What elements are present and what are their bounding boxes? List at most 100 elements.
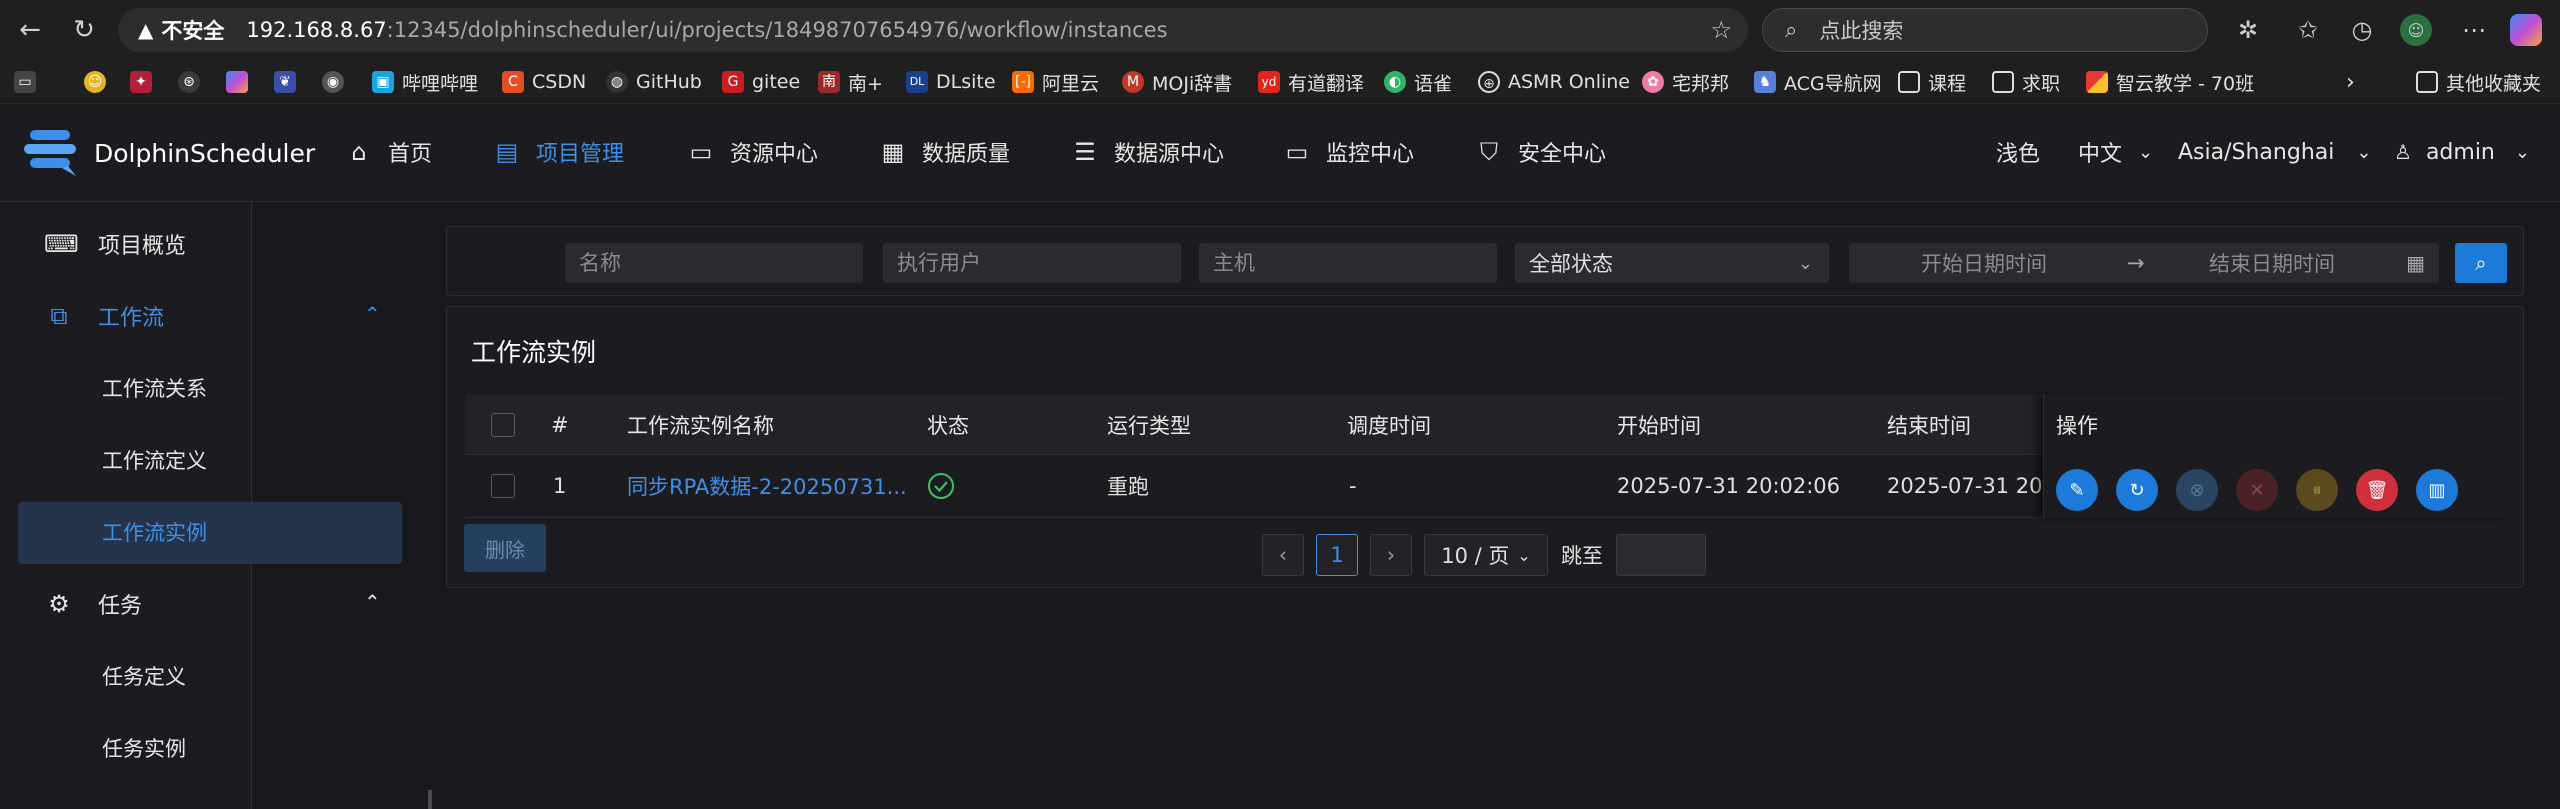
bookmark-folder-others[interactable]: 其他收藏夹 <box>2416 68 2541 96</box>
bookmark-acg[interactable]: ♞ ACG导航网 <box>1754 68 1882 96</box>
name-filter[interactable] <box>565 243 863 283</box>
search-icon: ⌕ <box>2475 251 2487 275</box>
sidebar-scrollbar[interactable] <box>428 790 432 809</box>
batch-delete-button[interactable]: 删除 <box>464 524 546 572</box>
language-select[interactable]: 中文 ⌄ <box>2078 134 2153 170</box>
sidebar-group-workflow[interactable]: ⧉ 工作流 <box>44 296 164 336</box>
gantt-button[interactable]: ▥ <box>2416 469 2458 511</box>
instance-name-link[interactable]: 同步RPA数据-2-20250731... <box>627 456 907 516</box>
sidebar-item-overview[interactable]: ⌨ 项目概览 <box>44 224 186 264</box>
chevron-right-icon: › <box>1386 543 1396 567</box>
nav-resources[interactable]: ▭ 资源中心 <box>688 134 818 170</box>
bookmark-youdao[interactable]: yd 有道翻译 <box>1258 68 1364 96</box>
sidebar-item-task-instance[interactable]: 任务实例 <box>102 728 186 768</box>
nav-datasource[interactable]: ☰ 数据源中心 <box>1072 134 1224 170</box>
dolphin-logo-icon <box>22 126 82 180</box>
nav-data-quality[interactable]: ▦ 数据质量 <box>880 134 1010 170</box>
back-icon[interactable]: ← <box>12 12 48 48</box>
profile-avatar-icon[interactable]: ☺ <box>2400 14 2432 46</box>
folder-icon <box>1992 71 2014 93</box>
browser-search[interactable]: ⌕ 点此搜索 <box>1762 8 2208 52</box>
bookmark-github[interactable]: ◍ GitHub <box>606 68 702 96</box>
history-icon[interactable]: ◷ <box>2346 14 2378 46</box>
bookmark-github-cat[interactable]: ◉ <box>322 68 352 96</box>
nav-monitor[interactable]: ▭ 监控中心 <box>1284 134 1414 170</box>
bookmark-southplus[interactable]: 南南+ <box>818 68 883 96</box>
jump-page-input[interactable] <box>1616 534 1706 576</box>
user-menu[interactable]: ♙ admin ⌄ <box>2394 134 2530 170</box>
user-filter[interactable] <box>883 243 1181 283</box>
bookmark-copilot[interactable] <box>226 68 256 96</box>
star-icon[interactable]: ☆ <box>1710 16 1732 44</box>
reload-icon[interactable]: ↻ <box>66 12 102 48</box>
bookmark-zhiyun[interactable]: 智云教学 - 70班 <box>2086 68 2254 96</box>
more-icon[interactable]: ⋯ <box>2458 14 2490 46</box>
edit-button[interactable]: ✎ <box>2056 469 2098 511</box>
executor-input[interactable] <box>897 251 1181 275</box>
bookmark-butterfly[interactable]: ❦ <box>274 68 304 96</box>
host-input[interactable] <box>1213 251 1497 275</box>
calendar-icon: ▦ <box>2406 251 2425 275</box>
host-filter[interactable] <box>1199 243 1497 283</box>
start-date-placeholder: 开始日期时间 <box>1921 252 2047 276</box>
bookmark-yuque[interactable]: ◐ 语雀 <box>1384 68 1452 96</box>
sidebar-group-task[interactable]: ⚙ 任务 <box>44 584 142 624</box>
favorites-icon[interactable]: ✩ <box>2292 14 2324 46</box>
bookmark-dlsite[interactable]: DL DLsite <box>906 68 996 96</box>
bookmark-anime[interactable]: ✦ <box>130 68 160 96</box>
bookmark-toggle[interactable]: ▭ <box>14 68 44 96</box>
next-page-button[interactable]: › <box>1370 534 1412 576</box>
prev-page-button[interactable]: ‹ <box>1262 534 1304 576</box>
chevron-up-icon[interactable]: ⌃ <box>364 590 381 614</box>
row-checkbox[interactable] <box>491 456 515 516</box>
bookmark-bilibili[interactable]: ▣ 哔哩哔哩 <box>372 68 478 96</box>
csdn-icon: C <box>502 71 524 93</box>
bookmark-openai[interactable]: ⊛ <box>178 68 208 96</box>
sidebar-item-workflow-relation[interactable]: 工作流关系 <box>102 368 207 408</box>
theme-toggle[interactable]: 浅色 <box>1996 134 2040 170</box>
page-number-button[interactable]: 1 <box>1316 534 1358 576</box>
gitee-icon: G <box>722 71 744 93</box>
app-logo[interactable]: DolphinScheduler <box>22 126 315 180</box>
nav-home[interactable]: ⌂ 首页 <box>346 134 432 170</box>
bookmark-asmr[interactable]: ⊕ ASMR Online <box>1478 68 1630 96</box>
nav-security[interactable]: ⛉ 安全中心 <box>1476 134 1606 170</box>
delete-button[interactable]: 🗑 <box>2356 469 2398 511</box>
github-icon: ◍ <box>606 71 628 93</box>
folder-icon <box>1898 71 1920 93</box>
search-button[interactable]: ⌕ <box>2455 243 2507 283</box>
rerun-button[interactable]: ↻ <box>2116 469 2158 511</box>
address-bar[interactable]: ▲ 不安全 192.168.8.67:12345/dolphinschedule… <box>118 8 1748 52</box>
bookmark-aliyun[interactable]: [-] 阿里云 <box>1012 68 1099 96</box>
name-input[interactable] <box>579 251 863 275</box>
bookmark-gitee[interactable]: Ggitee <box>722 68 800 96</box>
chevron-up-icon[interactable]: ⌃ <box>364 302 381 326</box>
instance-table: # 工作流实例名称 状态 运行类型 调度时间 开始时间 结束时间 1 同步RPA… <box>465 395 2509 525</box>
bookmark-folder-jobs[interactable]: 求职 <box>1992 68 2060 96</box>
page-size-value: 10 / 页 <box>1441 544 1510 568</box>
status-select[interactable]: 全部状态 ⌄ <box>1515 243 1829 283</box>
bookmark-zhaibangbang[interactable]: ✿ 宅邦邦 <box>1642 68 1729 96</box>
page-size-select[interactable]: 10 / 页 ⌄ <box>1424 534 1548 576</box>
date-range-picker[interactable]: 开始日期时间 → 结束日期时间 ▦ <box>1849 243 2439 283</box>
bookmark-label: ASMR Online <box>1508 71 1630 93</box>
recover-failed-button[interactable]: ⊗ <box>2176 469 2218 511</box>
bookmark-emoji[interactable]: ☺ <box>84 68 114 96</box>
bookmark-csdn[interactable]: C CSDN <box>502 68 586 96</box>
bookmarks-overflow-icon[interactable]: › <box>2346 68 2355 96</box>
bilibili-icon: ▣ <box>372 71 394 93</box>
sidebar-item-workflow-definition[interactable]: 工作流定义 <box>102 440 207 480</box>
copilot-icon[interactable] <box>2510 14 2542 46</box>
bookmark-moji[interactable]: M MOJi辞書 <box>1122 68 1232 96</box>
bookmark-folder-courses[interactable]: 课程 <box>1898 68 1966 96</box>
nav-projects[interactable]: ▤ 项目管理 <box>494 134 624 170</box>
stop-button[interactable]: ✕ <box>2236 469 2278 511</box>
sidebar-item-workflow-instance[interactable]: 工作流实例 <box>102 512 207 552</box>
col-start-time: 开始时间 <box>1617 414 1701 438</box>
select-all-checkbox[interactable] <box>491 395 515 455</box>
pause-button[interactable]: ⏸ <box>2296 469 2338 511</box>
bookmark-label: DLsite <box>936 71 996 93</box>
timezone-select[interactable]: Asia/Shanghai ⌄ <box>2178 134 2371 170</box>
sidebar-item-task-definition[interactable]: 任务定义 <box>102 656 186 696</box>
extensions-icon[interactable]: ✲ <box>2232 14 2264 46</box>
